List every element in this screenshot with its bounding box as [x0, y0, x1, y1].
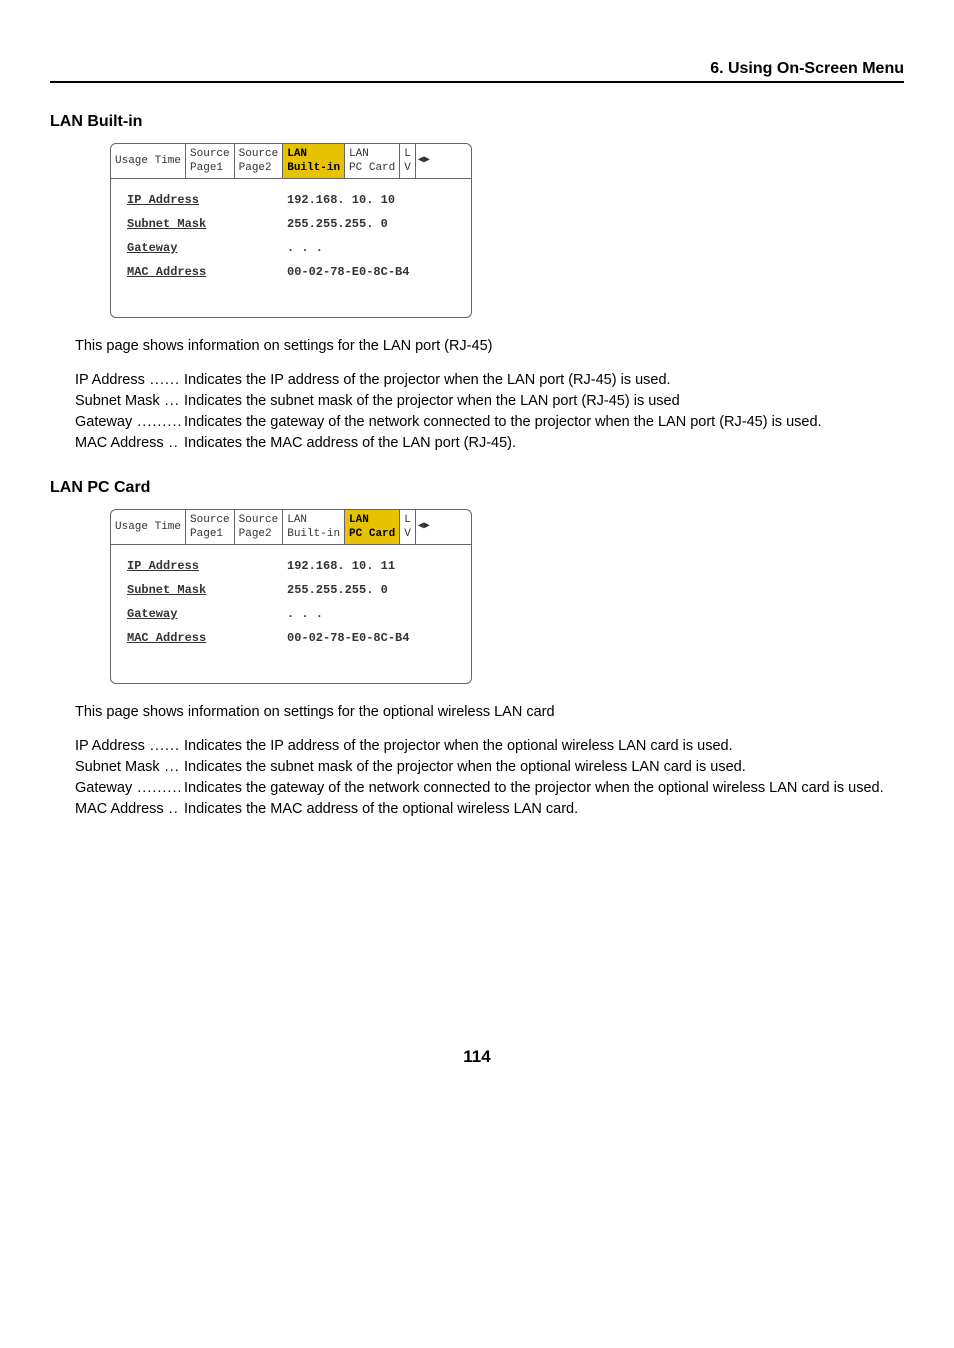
tab-bar: Usage Time SourcePage1 SourcePage2 LANBu…	[111, 144, 471, 179]
tab-more[interactable]: LV	[400, 144, 416, 178]
tab-bar: Usage Time SourcePage1 SourcePage2 LANBu…	[111, 510, 471, 545]
def-gw: GatewayIndicates the gateway of the netw…	[75, 414, 904, 430]
row-mask: Subnet Mask255.255.255. 0	[127, 217, 455, 231]
tab-usage-time[interactable]: Usage Time	[111, 144, 186, 178]
tab-lan-pccard[interactable]: LANPC Card	[345, 144, 400, 178]
osd-body: IP Address192.168. 10. 10 Subnet Mask255…	[111, 179, 471, 317]
tab-source-page1[interactable]: SourcePage1	[186, 510, 235, 544]
def-ip: IP AddressIndicates the IP address of th…	[75, 738, 904, 754]
row-gw: Gateway . . .	[127, 241, 455, 255]
def-mask: Subnet MaskIndicates the subnet mask of …	[75, 393, 904, 409]
chapter-header: 6. Using On-Screen Menu	[50, 60, 904, 83]
tab-scroll-icons[interactable]: ◀▶	[416, 510, 432, 544]
row-mac: MAC Address00-02-78-E0-8C-B4	[127, 265, 455, 279]
definitions-pccard: IP AddressIndicates the IP address of th…	[75, 738, 904, 817]
tab-source-page2[interactable]: SourcePage2	[235, 510, 284, 544]
definitions-builtin: IP AddressIndicates the IP address of th…	[75, 372, 904, 451]
osd-panel-builtin: Usage Time SourcePage1 SourcePage2 LANBu…	[110, 143, 472, 318]
row-gw: Gateway . . .	[127, 607, 455, 621]
chapter-title: 6. Using On-Screen Menu	[710, 60, 904, 77]
osd-panel-pccard: Usage Time SourcePage1 SourcePage2 LANBu…	[110, 509, 472, 684]
tab-usage-time[interactable]: Usage Time	[111, 510, 186, 544]
tab-source-page1[interactable]: SourcePage1	[186, 144, 235, 178]
tab-lan-builtin[interactable]: LANBuilt-in	[283, 144, 345, 178]
section-title-lan-pccard: LAN PC Card	[50, 479, 904, 497]
section-title-lan-builtin: LAN Built-in	[50, 113, 904, 131]
row-mask: Subnet Mask255.255.255. 0	[127, 583, 455, 597]
tab-source-page2[interactable]: SourcePage2	[235, 144, 284, 178]
tab-lan-pccard[interactable]: LANPC Card	[345, 510, 400, 544]
def-gw: GatewayIndicates the gateway of the netw…	[75, 780, 904, 796]
row-ip: IP Address192.168. 10. 11	[127, 559, 455, 573]
osd-body: IP Address192.168. 10. 11 Subnet Mask255…	[111, 545, 471, 683]
tab-lan-builtin[interactable]: LANBuilt-in	[283, 510, 345, 544]
def-ip: IP AddressIndicates the IP address of th…	[75, 372, 904, 388]
def-mac: MAC AddressIndicates the MAC address of …	[75, 801, 904, 817]
page-content: 6. Using On-Screen Menu LAN Built-in Usa…	[0, 0, 954, 1107]
row-ip: IP Address192.168. 10. 10	[127, 193, 455, 207]
page-number: 114	[50, 1047, 904, 1067]
def-mask: Subnet MaskIndicates the subnet mask of …	[75, 759, 904, 775]
tab-scroll-icons[interactable]: ◀▶	[416, 144, 432, 178]
def-mac: MAC AddressIndicates the MAC address of …	[75, 435, 904, 451]
row-mac: MAC Address00-02-78-E0-8C-B4	[127, 631, 455, 645]
tab-more[interactable]: LV	[400, 510, 416, 544]
desc-builtin: This page shows information on settings …	[75, 338, 904, 354]
desc-pccard: This page shows information on settings …	[75, 704, 904, 720]
